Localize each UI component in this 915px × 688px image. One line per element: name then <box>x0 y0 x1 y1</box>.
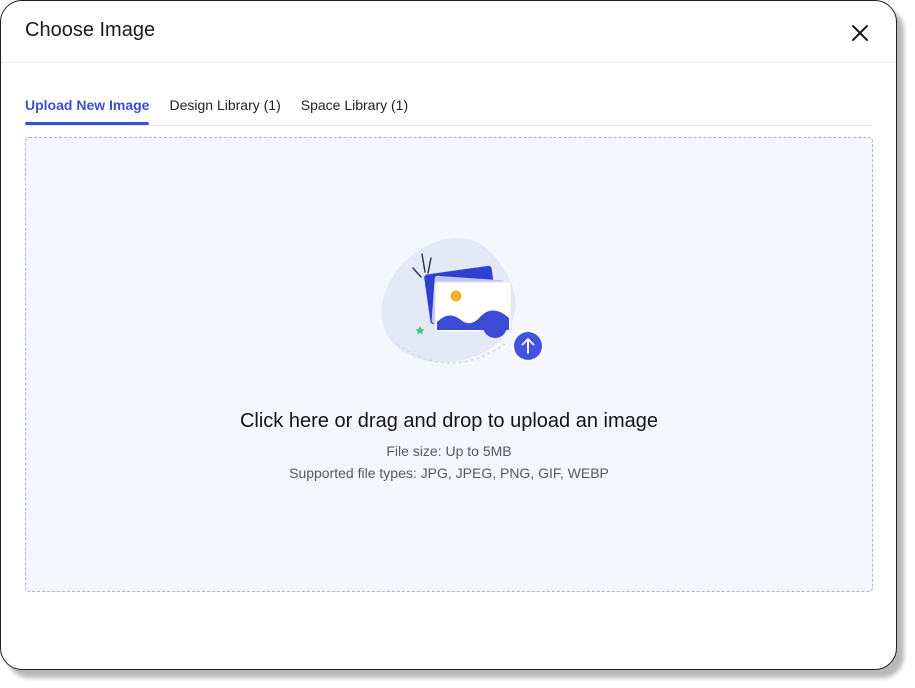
file-types-info: Supported file types: JPG, JPEG, PNG, GI… <box>289 465 609 481</box>
upload-prompt: Click here or drag and drop to upload an… <box>239 410 659 432</box>
file-size-info: File size: Up to 5MB <box>386 443 512 459</box>
close-icon <box>852 25 868 41</box>
dialog-title: Choose Image <box>25 19 156 41</box>
choose-image-dialog: Choose Image Upload New Image Design Lib… <box>0 0 897 670</box>
image-upload-icon <box>375 234 544 374</box>
tab-bar: Upload New Image Design Library (1) Spac… <box>25 95 872 126</box>
upload-arrow-icon <box>512 330 544 362</box>
tab-space-library[interactable]: Space Library (1) <box>301 95 408 124</box>
tab-upload-new-image[interactable]: Upload New Image <box>25 95 150 125</box>
tab-design-library[interactable]: Design Library (1) <box>169 95 280 124</box>
close-button[interactable] <box>850 23 870 43</box>
upload-dropzone[interactable]: Click here or drag and drop to upload an… <box>25 137 873 592</box>
dialog-header: Choose Image <box>1 1 896 63</box>
